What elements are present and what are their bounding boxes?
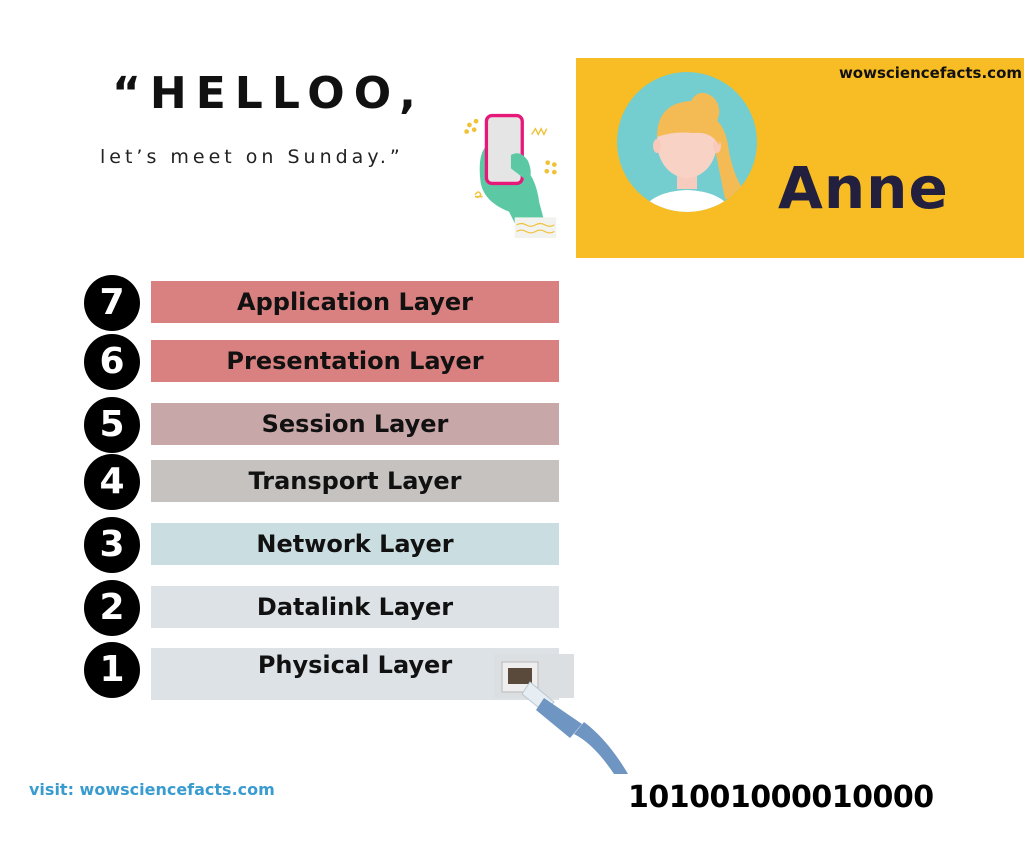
layer-number-badge: 2 — [84, 580, 140, 636]
layer-label-bar: Datalink Layer — [151, 586, 559, 628]
binary-sequence: 101001000010000 — [628, 780, 934, 815]
hand-holding-phone-icon — [464, 113, 557, 239]
osi-layer-row: 1 Physical Layer — [84, 642, 564, 700]
layer-label-bar: Session Layer — [151, 403, 559, 445]
layer-number-badge: 3 — [84, 517, 140, 573]
osi-layer-row: 5 Session Layer — [84, 397, 564, 453]
layer-label-bar: Presentation Layer — [151, 340, 559, 382]
layer-number-badge: 5 — [84, 397, 140, 453]
visit-link[interactable]: visit: wowsciencefacts.com — [29, 780, 275, 799]
osi-layer-row: 6 Presentation Layer — [84, 334, 564, 390]
layer-number-badge: 1 — [84, 642, 140, 698]
osi-layer-row: 2 Datalink Layer — [84, 580, 564, 636]
quote-message: let’s meet on Sunday.” — [100, 146, 404, 168]
layer-number-badge: 6 — [84, 334, 140, 390]
quote-greeting: “HELLOO, — [112, 68, 425, 119]
layer-label-bar: Transport Layer — [151, 460, 559, 502]
layer-label-bar: Network Layer — [151, 523, 559, 565]
woman-avatar-icon — [617, 72, 757, 212]
card-site-label: wowsciencefacts.com — [838, 64, 1022, 82]
layer-number-badge: 7 — [84, 275, 140, 331]
osi-layer-row: 4 Transport Layer — [84, 454, 564, 510]
profile-name: Anne — [778, 154, 949, 222]
osi-layer-row: 3 Network Layer — [84, 517, 564, 573]
layer-label-bar: Application Layer — [151, 281, 559, 323]
ethernet-cable-icon — [494, 654, 628, 774]
profile-card: wowsciencefacts.com Anne — [576, 58, 1024, 258]
layer-number-badge: 4 — [84, 454, 140, 510]
osi-layer-row: 7 Application Layer — [84, 275, 564, 331]
